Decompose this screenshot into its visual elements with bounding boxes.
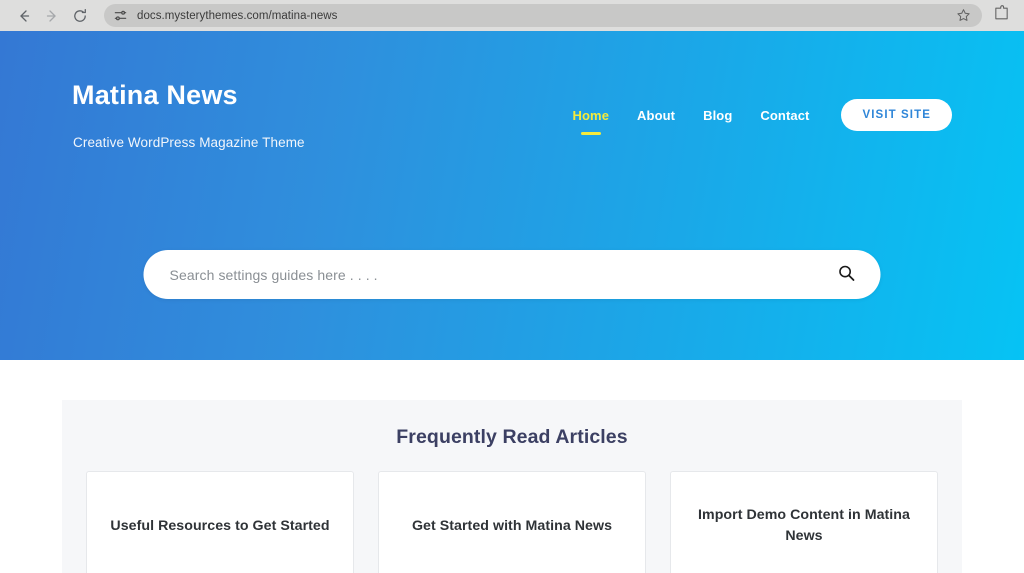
site-settings-sliders-icon[interactable] [113, 8, 128, 23]
nav-item-home[interactable]: Home [559, 108, 624, 123]
article-cards-row: Useful Resources to Get Started Get Star… [86, 471, 938, 573]
back-button[interactable] [10, 2, 38, 30]
site-tagline: Creative WordPress Magazine Theme [73, 135, 305, 150]
frequently-read-articles-panel: Frequently Read Articles Useful Resource… [62, 400, 962, 573]
page-body: Matina News Creative WordPress Magazine … [0, 31, 1024, 573]
search-submit-button[interactable] [827, 255, 867, 295]
article-card-title: Useful Resources to Get Started [110, 517, 330, 534]
reload-icon [72, 8, 88, 24]
nav-item-about[interactable]: About [623, 108, 689, 123]
browser-toolbar: docs.mysterythemes.com/matina-news [0, 0, 1024, 31]
extensions-puzzle-icon [993, 4, 1010, 27]
article-card[interactable]: Useful Resources to Get Started [86, 471, 354, 573]
main-content: Frequently Read Articles Useful Resource… [0, 360, 1024, 573]
forward-arrow-icon [44, 8, 60, 24]
back-arrow-icon [16, 8, 32, 24]
hero-inner: Matina News Creative WordPress Magazine … [72, 31, 952, 360]
search-magnifier-icon [838, 264, 856, 285]
main-navigation: Home About Blog Contact VISIT SITE [559, 99, 952, 131]
panel-heading: Frequently Read Articles [396, 426, 628, 448]
address-bar-url: docs.mysterythemes.com/matina-news [137, 9, 338, 22]
nav-item-contact[interactable]: Contact [746, 108, 823, 123]
address-bar[interactable]: docs.mysterythemes.com/matina-news [104, 4, 982, 27]
article-card[interactable]: Import Demo Content in Matina News [670, 471, 938, 573]
reload-button[interactable] [66, 2, 94, 30]
site-title: Matina News [72, 80, 238, 110]
extensions-button[interactable] [988, 3, 1014, 29]
forward-button[interactable] [38, 2, 66, 30]
search-input[interactable] [169, 266, 827, 283]
star-icon[interactable] [955, 7, 972, 24]
hero-banner: Matina News Creative WordPress Magazine … [0, 31, 1024, 360]
article-card-title: Get Started with Matina News [411, 517, 613, 534]
search-bar[interactable] [143, 250, 881, 299]
nav-item-blog[interactable]: Blog [689, 108, 746, 123]
visit-site-button[interactable]: VISIT SITE [841, 99, 952, 131]
article-card[interactable]: Get Started with Matina News [378, 471, 646, 573]
article-card-title: Import Demo Content in Matina News [698, 507, 910, 544]
